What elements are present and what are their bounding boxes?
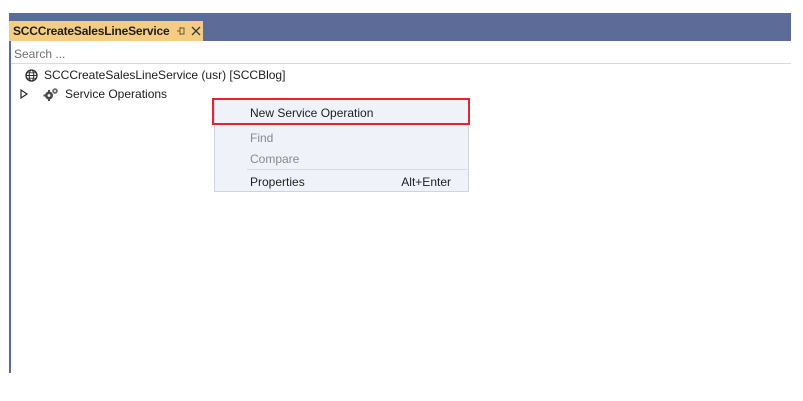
menu-item-new-service-operation[interactable]: New Service Operation <box>215 102 468 124</box>
menu-item-properties[interactable]: Properties Alt+Enter <box>215 171 468 193</box>
search-input[interactable] <box>14 47 774 61</box>
menu-item-shortcut: Alt+Enter <box>401 175 451 189</box>
designer-pane: SCCCreateSalesLineService (usr) [SCCBlog… <box>9 41 791 373</box>
tree-node-service-operations[interactable]: Service Operations <box>19 85 167 103</box>
menu-item-compare: Compare <box>215 148 468 170</box>
pin-icon[interactable] <box>175 24 187 38</box>
close-icon[interactable] <box>190 24 202 38</box>
tree-node-root[interactable]: SCCCreateSalesLineService (usr) [SCCBlog… <box>25 66 285 84</box>
expander-triangle-icon[interactable] <box>19 89 29 99</box>
menu-item-label: Compare <box>250 152 300 166</box>
menu-item-label: Properties <box>250 175 305 189</box>
menu-item-label: Find <box>250 131 274 145</box>
tree-node-root-label: SCCCreateSalesLineService (usr) [SCCBlog… <box>44 68 286 82</box>
menu-item-find: Find <box>215 127 468 149</box>
tab-title: SCCCreateSalesLineService <box>13 24 170 38</box>
context-menu: New Service Operation Find Compare Prope… <box>214 99 469 192</box>
document-tab[interactable]: SCCCreateSalesLineService <box>9 21 203 41</box>
menu-item-label: New Service Operation <box>250 106 374 120</box>
gear-icon <box>43 88 58 101</box>
search-bar <box>11 46 791 64</box>
tree-node-service-operations-label: Service Operations <box>65 87 168 101</box>
document-tab-strip: SCCCreateSalesLineService <box>9 13 791 41</box>
menu-separator <box>247 169 467 170</box>
globe-icon <box>25 68 38 82</box>
